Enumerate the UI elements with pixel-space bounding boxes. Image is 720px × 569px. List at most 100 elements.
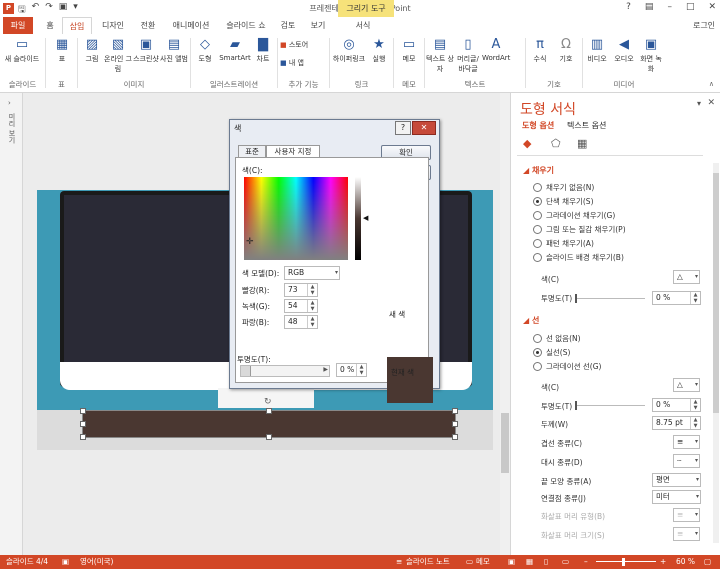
notes-icon[interactable]: ≡ [396, 555, 402, 569]
action-button[interactable]: ★ 실행 [368, 38, 390, 64]
slider-thumb[interactable] [575, 294, 577, 303]
begin-arrow-type-dropdown[interactable]: ≡ ▾ [673, 508, 700, 522]
luminance-slider[interactable] [355, 177, 361, 260]
fill-option[interactable]: 그라데이션 채우기(G) [533, 210, 615, 221]
comments-icon[interactable]: ▭ [466, 555, 473, 569]
tab-text-options[interactable]: 텍스트 옵션 [567, 120, 606, 131]
pane-scrollbar-thumb[interactable] [713, 173, 719, 413]
signin-link[interactable]: 로그인 [690, 17, 718, 34]
rotate-handle-icon[interactable]: ↻ [264, 397, 272, 407]
tab-shape-options[interactable]: 도형 옵션 [522, 120, 554, 131]
spin-arrows-icon[interactable]: ▲ ▼ [690, 399, 700, 411]
radio-button-icon[interactable] [533, 334, 542, 343]
radio-button-icon[interactable] [533, 362, 542, 371]
expand-thumbnails-icon[interactable]: › [8, 99, 11, 107]
audio-button[interactable]: ◀ 오디오 [611, 38, 637, 64]
line-section-header[interactable]: ◢ 선 [523, 315, 539, 326]
resize-handle[interactable] [452, 408, 458, 414]
fill-option[interactable]: 슬라이드 배경 채우기(B) [533, 252, 624, 263]
spin-arrows-icon[interactable]: ▲ ▼ [307, 300, 317, 312]
comment-button[interactable]: ▭ 메모 [397, 38, 421, 64]
tab-view[interactable]: 보기 [306, 17, 330, 34]
notes-button[interactable]: 슬라이드 노트 [406, 555, 450, 569]
table-button[interactable]: ▦ 표 [50, 38, 74, 64]
tab-file[interactable]: 파일 [3, 17, 33, 34]
compound-type-dropdown[interactable]: ≡ ▾ [673, 435, 700, 449]
resize-handle[interactable] [266, 434, 272, 440]
resize-handle[interactable] [266, 408, 272, 414]
comments-button[interactable]: 메모 [476, 555, 490, 569]
normal-view-icon[interactable]: ▣ [508, 555, 515, 569]
transparency-spin[interactable]: 0 % ▲ ▼ [336, 363, 367, 377]
slide-thumbnail-strip-collapsed[interactable]: › 미리 보기 [0, 93, 23, 555]
fill-option[interactable]: 단색 채우기(S) [533, 196, 594, 207]
shapes-button[interactable]: ◇ 도형 [193, 38, 217, 64]
tab-format[interactable]: 서식 [348, 17, 378, 34]
screenshot-button[interactable]: ▣ 스크린샷 [132, 38, 160, 64]
equation-button[interactable]: π 수식 [528, 38, 552, 64]
new-slide-button[interactable]: ▭ 새 슬라이드 [2, 38, 42, 64]
my-apps-button[interactable]: ■ 내 앱 [280, 58, 326, 68]
size-properties-icon[interactable]: ▦ [577, 137, 587, 150]
crosshair-icon[interactable]: ✛ [246, 237, 254, 247]
join-type-dropdown[interactable]: 미터 ▾ [652, 490, 701, 504]
maximize-icon[interactable]: □ [686, 2, 695, 12]
color-model-dropdown[interactable]: RGB ▾ [284, 266, 340, 280]
photo-album-button[interactable]: ▤ 사진 앨범 [160, 38, 188, 64]
fill-option[interactable]: 채우기 없음(N) [533, 182, 594, 193]
transparency-slider-thumb[interactable] [241, 366, 251, 376]
radio-button-icon[interactable] [533, 253, 542, 262]
tab-animations[interactable]: 애니메이션 [166, 17, 216, 34]
pane-scrollbar[interactable] [713, 163, 719, 543]
pictures-button[interactable]: ▨ 그림 [80, 38, 104, 64]
language-indicator[interactable]: 영어(미국) [80, 555, 113, 569]
line-transparency-spin[interactable]: 0 % ▲ ▼ [652, 398, 701, 412]
fill-color-picker[interactable]: △ ▾ [673, 270, 700, 284]
line-option[interactable]: 선 없음(N) [533, 333, 581, 344]
fill-section-header[interactable]: ◢ 채우기 [523, 165, 554, 176]
resize-handle[interactable] [80, 421, 86, 427]
tab-design[interactable]: 디자인 [96, 17, 130, 34]
radio-button-icon[interactable] [533, 239, 542, 248]
store-button[interactable]: ■ 스토어 [280, 40, 326, 50]
wordart-button[interactable]: A WordArt [482, 38, 510, 63]
tab-insert[interactable]: 삽입 [62, 17, 92, 35]
green-spin[interactable]: 54 ▲ ▼ [284, 299, 318, 313]
line-width-spin[interactable]: 8.75 pt ▲ ▼ [652, 416, 701, 430]
symbol-button[interactable]: Ω 기호 [554, 38, 578, 64]
resize-handle[interactable] [452, 434, 458, 440]
resize-handle[interactable] [80, 408, 86, 414]
cap-type-dropdown[interactable]: 평면 ▾ [652, 473, 701, 487]
radio-button-icon[interactable] [533, 197, 542, 206]
slider-right-arrow-icon[interactable]: ▶ [323, 366, 328, 373]
line-transparency-slider[interactable] [575, 401, 645, 410]
radio-button-icon[interactable] [533, 348, 542, 357]
color-spectrum[interactable]: ✛ [244, 177, 348, 260]
dialog-help-button[interactable]: ? [395, 121, 411, 135]
chart-button[interactable]: ▇ 차트 [252, 38, 274, 64]
video-button[interactable]: ▥ 비디오 [584, 38, 610, 64]
resize-handle[interactable] [80, 434, 86, 440]
spin-arrows-icon[interactable]: ▲ ▼ [690, 417, 700, 429]
screen-recording-button[interactable]: ▣ 화면 녹화 [638, 38, 664, 74]
zoom-slider[interactable] [596, 561, 656, 562]
radio-button-icon[interactable] [533, 225, 542, 234]
spin-arrows-icon[interactable]: ▲ ▼ [690, 292, 700, 304]
selected-rectangle-shape[interactable]: ↻ [80, 397, 458, 440]
spin-arrows-icon[interactable]: ▲ ▼ [307, 316, 317, 328]
tab-slideshow[interactable]: 슬라이드 쇼 [222, 17, 270, 34]
dash-type-dropdown[interactable]: ┄ ▾ [673, 454, 700, 468]
canvas-vertical-scrollbar[interactable] [500, 93, 510, 555]
online-pictures-button[interactable]: ▧ 온라인 그림 [104, 38, 132, 74]
resize-handle[interactable] [452, 421, 458, 427]
tab-review[interactable]: 검토 [276, 17, 300, 34]
ribbon-display-icon[interactable]: ▤ [645, 2, 654, 12]
transparency-slider[interactable]: ▶ [240, 365, 330, 377]
fill-transparency-slider[interactable] [575, 294, 645, 303]
collapse-ribbon-icon[interactable]: ∧ [709, 80, 714, 88]
line-option[interactable]: 그라데이션 선(G) [533, 361, 601, 372]
fill-option[interactable]: 패턴 채우기(A) [533, 238, 594, 249]
help-icon[interactable]: ? [626, 2, 631, 12]
pane-close-icon[interactable]: ✕ [707, 98, 715, 108]
zoom-out-icon[interactable]: – [584, 555, 588, 569]
